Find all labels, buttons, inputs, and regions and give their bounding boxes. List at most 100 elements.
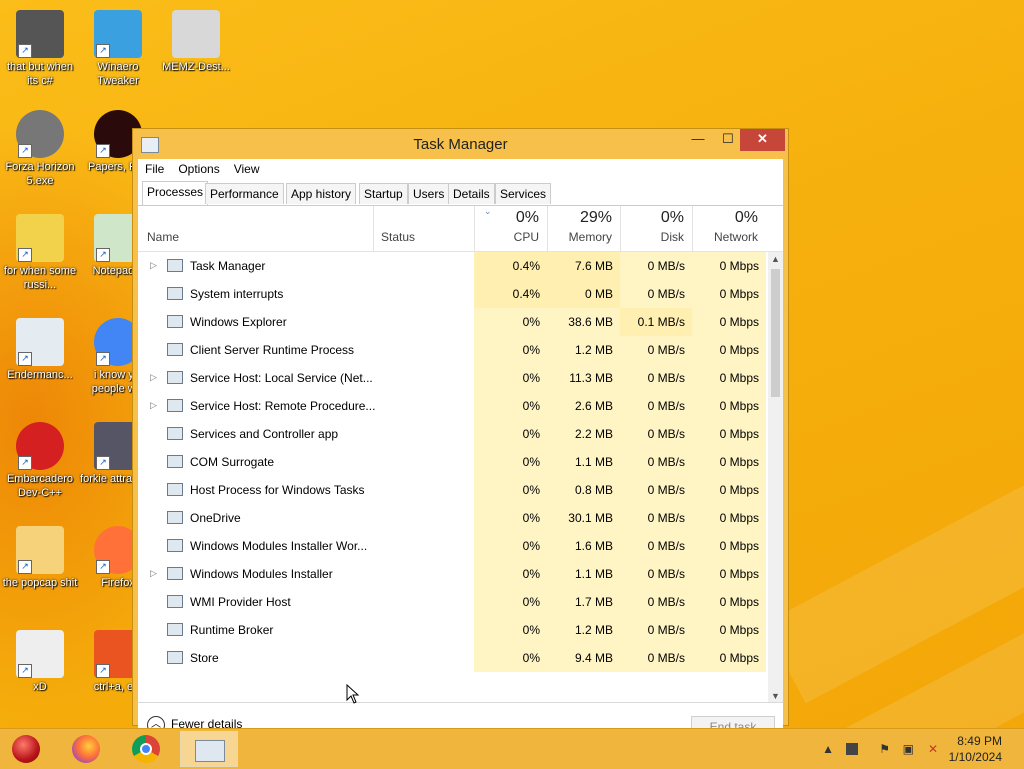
desktop-icon[interactable]: ↗ for when some russi... — [0, 214, 80, 292]
column-status[interactable]: Status — [373, 206, 474, 251]
tab-performance[interactable]: Performance — [205, 183, 284, 204]
process-name: Windows Modules Installer — [190, 567, 333, 581]
shortcut-arrow-icon: ↗ — [18, 560, 32, 574]
process-memory: 1.6 MB — [547, 532, 620, 560]
column-status-label: Status — [381, 230, 416, 244]
desktop-icon[interactable]: ↗ the popcap shit — [0, 526, 80, 590]
process-name: Runtime Broker — [190, 623, 274, 637]
process-row[interactable]: Client Server Runtime Process 0% 1.2 MB 0 M… — [138, 336, 768, 364]
process-network: 0 Mbps — [692, 392, 766, 420]
process-row[interactable]: Windows Explorer 0% 38.6 MB 0.1 MB/s 0 Mbps — [138, 308, 768, 336]
process-memory: 1.2 MB — [547, 616, 620, 644]
process-list: ▷ Task Manager 0.4% 7.6 MB 0 MB/s 0 Mbps Syste… — [138, 252, 768, 703]
scroll-down-icon[interactable]: ▼ — [768, 689, 783, 703]
taskbar-firefox[interactable] — [60, 731, 112, 767]
desktop-icon-label: Embarcadero Dev-C++ — [6, 473, 74, 499]
process-cpu: 0% — [474, 588, 547, 616]
process-memory: 1.2 MB — [547, 336, 620, 364]
stack-windows-icon: ↗ — [16, 10, 64, 58]
desktop-icon[interactable]: ↗ Endermanc... — [0, 318, 80, 382]
expand-arrow-icon[interactable]: ▷ — [150, 372, 157, 383]
process-row[interactable]: Services and Controller app 0% 2.2 MB 0 MB/… — [138, 420, 768, 448]
process-disk: 0.1 MB/s — [620, 308, 692, 336]
cpu-label: CPU — [513, 230, 539, 244]
start-ornament-button[interactable] — [0, 731, 52, 767]
menu-view[interactable]: View — [227, 159, 267, 179]
process-row[interactable]: Runtime Broker 0% 1.2 MB 0 MB/s 0 Mbps — [138, 616, 768, 644]
close-button[interactable]: ✕ — [740, 129, 785, 151]
desktop-icon[interactable]: ↗ Embarcadero Dev-C++ — [0, 422, 80, 500]
process-cpu: 0% — [474, 644, 547, 672]
vertical-scrollbar[interactable]: ▲ ▼ — [768, 252, 783, 703]
volume-muted-icon[interactable]: ✕ — [928, 742, 938, 756]
shortcut-arrow-icon: ↗ — [96, 664, 110, 678]
process-row[interactable]: System interrupts 0.4% 0 MB 0 MB/s 0 Mbps — [138, 280, 768, 308]
process-row[interactable]: Store 0% 9.4 MB 0 MB/s 0 Mbps — [138, 644, 768, 672]
desktop-icon[interactable]: ↗ Winaero Tweaker — [78, 10, 158, 88]
process-row[interactable]: Host Process for Windows Tasks 0% 0.8 MB 0 … — [138, 476, 768, 504]
clock-time: 8:49 PM — [957, 734, 1002, 748]
network-icon[interactable]: ▣ — [903, 742, 914, 756]
menu-options[interactable]: Options — [171, 159, 226, 179]
column-cpu[interactable]: ⌄ 0% CPU — [474, 206, 547, 251]
process-icon — [167, 287, 183, 300]
process-name: Store — [190, 651, 219, 665]
show-hidden-icons-icon[interactable]: ▲ — [822, 742, 834, 756]
process-row[interactable]: ▷ Windows Modules Installer 0% 1.1 MB 0 MB/s… — [138, 560, 768, 588]
menu-file[interactable]: File — [138, 159, 171, 179]
app-tray-icon[interactable] — [846, 743, 858, 755]
tab-users[interactable]: Users — [408, 183, 450, 204]
process-row[interactable]: Windows Modules Installer Wor... 0% 1.6 MB… — [138, 532, 768, 560]
expand-arrow-icon[interactable]: ▷ — [150, 400, 157, 411]
desktop-icon-label: Winaero Tweaker — [97, 61, 139, 87]
process-cpu: 0.4% — [474, 252, 547, 280]
process-row[interactable]: ▷ Task Manager 0.4% 7.6 MB 0 MB/s 0 Mbps — [138, 252, 768, 280]
process-network: 0 Mbps — [692, 560, 766, 588]
process-row[interactable]: ▷ Service Host: Local Service (Net... 0% 11… — [138, 364, 768, 392]
process-row[interactable]: OneDrive 0% 30.1 MB 0 MB/s 0 Mbps — [138, 504, 768, 532]
tab-details[interactable]: Details — [448, 183, 495, 204]
process-icon — [167, 483, 183, 496]
process-cpu: 0.4% — [474, 280, 547, 308]
network-total: 0% — [734, 209, 758, 226]
tab-app-history[interactable]: App history — [286, 183, 357, 204]
column-name[interactable]: Name — [138, 206, 373, 251]
desktop-icon[interactable]: MEMZ-Dest... — [156, 10, 236, 74]
process-name: Host Process for Windows Tasks — [190, 483, 365, 497]
process-cpu: 0% — [474, 616, 547, 644]
tab-services[interactable]: Services — [495, 183, 552, 204]
desktop-icon[interactable]: ↗ xD — [0, 630, 80, 694]
process-cpu: 0% — [474, 308, 547, 336]
process-row[interactable]: ▷ Service Host: Remote Procedure... 0% 2.6 … — [138, 392, 768, 420]
taskbar-task-manager[interactable] — [180, 731, 238, 767]
shortcut-arrow-icon: ↗ — [96, 144, 110, 158]
taskbar-chrome[interactable] — [120, 731, 172, 767]
popcap-icon: ↗ — [16, 526, 64, 574]
expand-arrow-icon[interactable]: ▷ — [150, 260, 157, 271]
process-name: Services and Controller app — [190, 427, 339, 441]
process-row[interactable]: WMI Provider Host 0% 1.7 MB 0 MB/s 0 Mbps — [138, 588, 768, 616]
desktop-icon[interactable]: ↗ that but when its c# — [0, 10, 80, 88]
column-memory[interactable]: 29% Memory — [547, 206, 620, 251]
process-icon — [167, 595, 183, 608]
expand-arrow-icon[interactable]: ▷ — [150, 568, 157, 579]
process-memory: 30.1 MB — [547, 504, 620, 532]
process-memory: 9.4 MB — [547, 644, 620, 672]
column-disk[interactable]: 0% Disk — [620, 206, 692, 251]
action-center-flag-icon[interactable]: ⚑ — [879, 742, 890, 756]
process-row[interactable]: COM Surrogate 0% 1.1 MB 0 MB/s 0 Mbps — [138, 448, 768, 476]
tab-startup[interactable]: Startup — [359, 183, 408, 204]
clock[interactable]: 8:49 PM 1/10/2024 — [949, 733, 1002, 765]
minimize-button[interactable]: — — [681, 129, 715, 151]
task-manager-window[interactable]: Task Manager — ☐ ✕ File Options View Proce… — [132, 128, 789, 745]
process-memory: 1.7 MB — [547, 588, 620, 616]
process-icon — [167, 399, 183, 412]
column-network[interactable]: 0% Network — [692, 206, 766, 251]
tab-processes[interactable]: Processes — [142, 181, 209, 205]
shortcut-arrow-icon: ↗ — [18, 664, 32, 678]
scroll-up-icon[interactable]: ▲ — [768, 252, 783, 266]
title-bar[interactable]: Task Manager — ☐ ✕ — [133, 129, 788, 159]
memory-total: 29% — [579, 209, 612, 226]
desktop-icon[interactable]: ↗ Forza Horizon 5.exe — [0, 110, 80, 188]
scroll-thumb[interactable] — [771, 269, 780, 397]
